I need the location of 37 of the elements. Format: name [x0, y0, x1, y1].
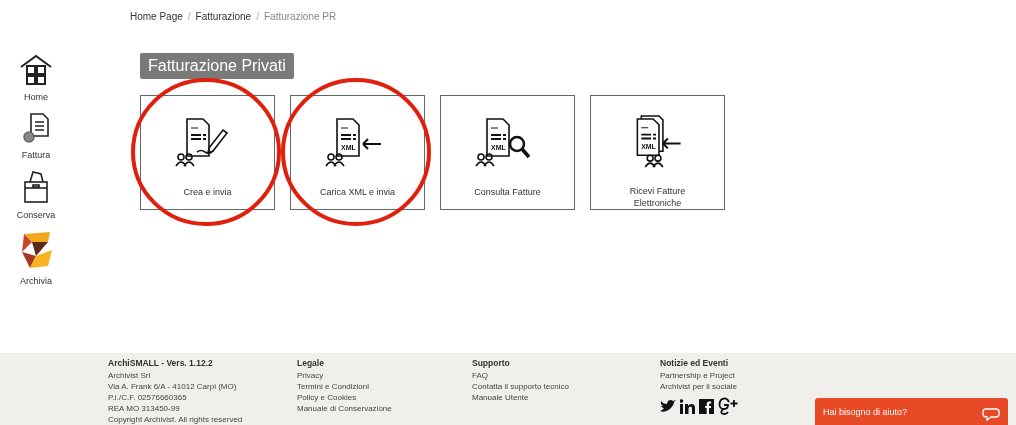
breadcrumb-link[interactable]: Home Page	[130, 10, 183, 22]
footer-link[interactable]: Archivist per il sociale	[660, 381, 737, 392]
footer-link[interactable]: P.I./C.F. 02576660365	[108, 392, 297, 403]
footer-link[interactable]: FAQ	[472, 370, 660, 381]
footer-link[interactable]: Contatta il supporto tecnico	[472, 381, 660, 392]
sidebar-item[interactable]: Conserva	[16, 170, 56, 220]
footer-link[interactable]: Via A. Frank 6/A - 41012 Carpi (MO)	[108, 381, 297, 392]
footer-link[interactable]: Policy e Cookies	[297, 392, 472, 403]
facebook-icon[interactable]	[699, 398, 714, 414]
breadcrumb-separator: /	[256, 10, 259, 22]
chat-icon	[982, 407, 1000, 421]
footer-heading: Notizie ed Eventi	[660, 358, 729, 369]
footer-link[interactable]: Termini e Condizioni	[297, 381, 472, 392]
footer-link[interactable]: Copyright Archivist. All rights reserved	[108, 414, 297, 425]
footer-link[interactable]: Manuale Utente	[472, 392, 660, 403]
footer-link[interactable]: REA MO 313450-99	[108, 403, 297, 414]
sidebar-item[interactable]: Home	[19, 54, 53, 102]
sidebar-item[interactable]: Archivia	[18, 230, 54, 286]
breadcrumb-link[interactable]: Fatturazione	[195, 10, 252, 22]
linkedin-icon[interactable]	[680, 398, 695, 414]
footer-heading: ArchiSMALL - Vers. 1.12.2	[108, 358, 214, 369]
breadcrumb-separator: /	[187, 10, 191, 22]
section-title: Fatturazione Privati	[140, 53, 294, 79]
feature-card[interactable]: Crea e invia	[140, 95, 275, 210]
invoice-icon	[21, 112, 51, 144]
footer-link[interactable]: Archivist Srl	[108, 370, 297, 381]
home-icon	[19, 54, 53, 86]
help-chat-button[interactable]: Hai bisogno di aiuto?	[815, 398, 1008, 425]
footer-heading: Supporto	[472, 358, 511, 369]
sidebar-item[interactable]: Fattura	[21, 112, 51, 160]
footer-link[interactable]: Partnership e Project	[660, 370, 737, 381]
twitter-icon[interactable]	[660, 399, 676, 413]
google-plus-icon[interactable]	[718, 397, 738, 415]
box-icon	[21, 170, 51, 204]
footer-heading: Legale	[297, 358, 325, 369]
footer-link[interactable]: Manuale di Conservazione	[297, 403, 472, 414]
footer-link[interactable]: Privacy	[297, 370, 472, 381]
